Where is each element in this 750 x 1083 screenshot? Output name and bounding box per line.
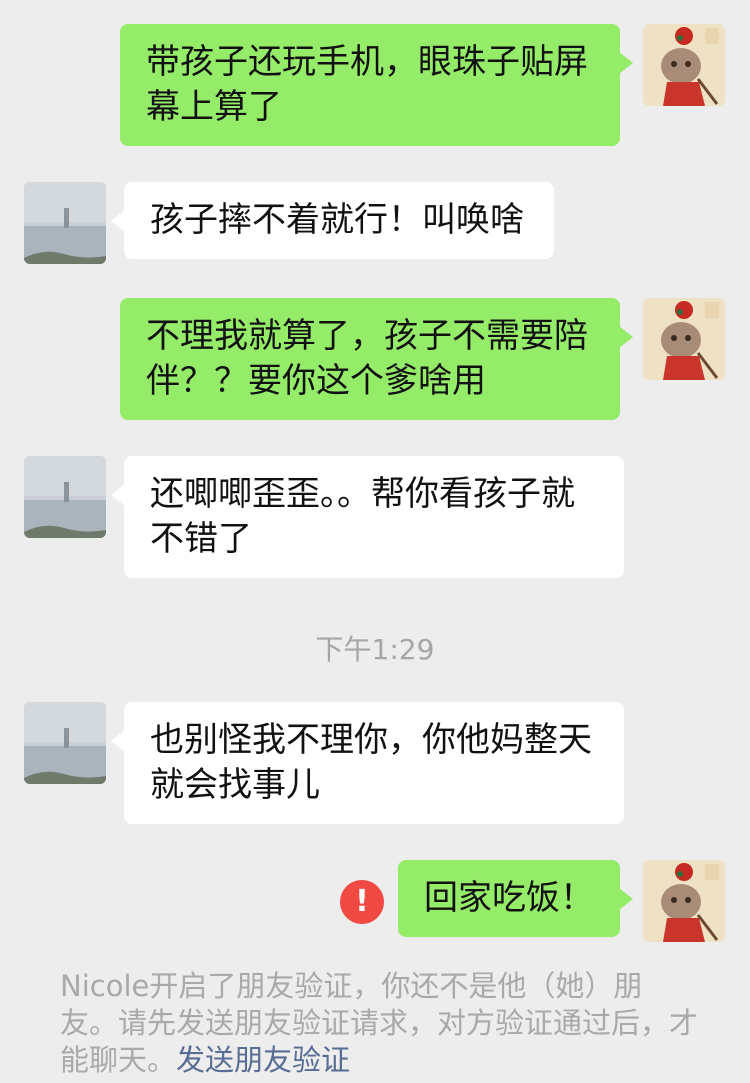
chat-timestamp: 下午1:29	[315, 633, 435, 666]
my-avatar[interactable]	[643, 860, 725, 942]
contact-avatar[interactable]	[24, 456, 106, 538]
message-line: 就会找事儿	[150, 765, 320, 805]
message-line: 带孩子还玩手机，眼珠子贴屏	[146, 42, 588, 82]
message-bubble-sent[interactable]: 回家吃饭！	[398, 860, 633, 937]
message-bubble-sent[interactable]: 不理我就算了，孩子不需要陪 伴？？要你这个爹啥用	[120, 298, 633, 420]
message-bubble-received[interactable]: 还唧唧歪歪。。帮你看孩子就 不错了	[111, 456, 624, 578]
message-line: 不理我就算了，孩子不需要陪	[146, 316, 588, 356]
message-bubble-sent[interactable]: 带孩子还玩手机，眼珠子贴屏 幕上算了	[120, 24, 633, 146]
send-failed-icon[interactable]: !	[340, 880, 384, 924]
friend-verification-notice: Nicole开启了朋友验证，你还不是他（她）朋友。请先发送朋友验证请求，对方验证…	[60, 968, 700, 1079]
message-line: 幕上算了	[146, 87, 282, 127]
my-avatar[interactable]	[643, 24, 725, 106]
message-bubble-received[interactable]: 孩子摔不着就行！叫唤啥	[111, 182, 554, 259]
contact-avatar[interactable]	[24, 182, 106, 264]
message-line: 不错了	[150, 519, 252, 559]
message-line: 回家吃饭！	[424, 878, 594, 918]
message-bubble-received[interactable]: 也别怪我不理你，你他妈整天 就会找事儿	[111, 702, 624, 824]
message-line: 伴？？要你这个爹啥用	[146, 361, 486, 401]
message-line: 还唧唧歪歪。。帮你看孩子就	[150, 474, 575, 514]
my-avatar[interactable]	[643, 298, 725, 380]
contact-avatar[interactable]	[24, 702, 106, 784]
send-verification-link[interactable]: 发送朋友验证	[176, 1043, 350, 1077]
message-line: 孩子摔不着就行！叫唤啥	[150, 200, 524, 240]
message-line: 也别怪我不理你，你他妈整天	[150, 720, 592, 760]
notice-text: Nicole开启了朋友验证，你还不是他（她）朋友。请先发送朋友验证请求，对方验证…	[60, 969, 699, 1077]
